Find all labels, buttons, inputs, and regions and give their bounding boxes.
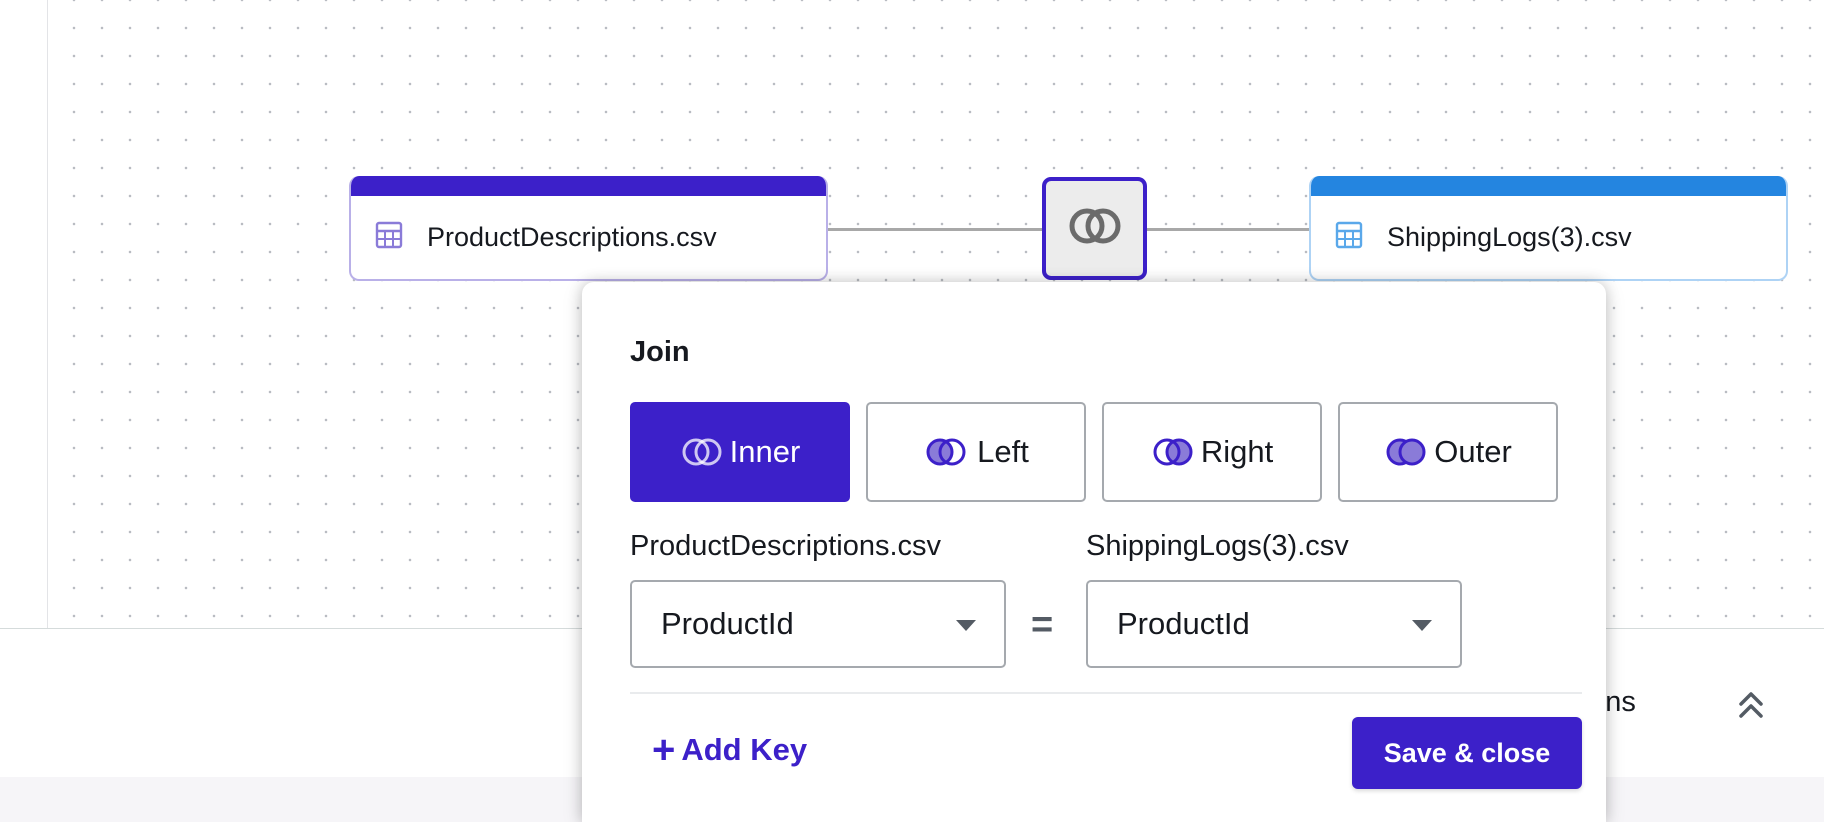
join-type-inner-button[interactable]: Inner bbox=[630, 402, 850, 502]
node-label: ProductDescriptions.csv bbox=[427, 222, 717, 252]
divider bbox=[630, 692, 1582, 694]
add-key-label: Add Key bbox=[681, 732, 808, 767]
save-close-button[interactable]: Save & close bbox=[1352, 717, 1582, 789]
join-type-label: Left bbox=[977, 434, 1029, 469]
outer-join-icon bbox=[1384, 436, 1428, 468]
node-header-bar bbox=[351, 176, 826, 196]
join-type-left-button[interactable]: Left bbox=[866, 402, 1086, 502]
join-config-popover: Join Inner Left Right Outer ProductDescr… bbox=[582, 282, 1606, 822]
left-key-select[interactable]: ProductId bbox=[630, 580, 1006, 668]
left-key-value: ProductId bbox=[661, 606, 794, 641]
connector-right bbox=[1147, 228, 1309, 231]
table-icon bbox=[1335, 221, 1363, 254]
save-close-label: Save & close bbox=[1383, 737, 1551, 768]
chevron-down-icon bbox=[1412, 620, 1432, 631]
right-source-label: ShippingLogs(3).csv bbox=[1086, 530, 1349, 562]
inner-join-icon bbox=[1067, 204, 1123, 253]
node-header-bar bbox=[1311, 176, 1786, 196]
right-key-value: ProductId bbox=[1117, 606, 1250, 641]
join-type-right-button[interactable]: Right bbox=[1102, 402, 1322, 502]
left-source-label: ProductDescriptions.csv bbox=[630, 530, 942, 562]
double-chevron-up-icon[interactable] bbox=[1733, 686, 1769, 722]
join-type-outer-button[interactable]: Outer bbox=[1338, 402, 1558, 502]
source-node-left[interactable]: ProductDescriptions.csv bbox=[349, 176, 828, 281]
join-type-label: Right bbox=[1200, 434, 1274, 469]
join-type-label: Inner bbox=[729, 434, 801, 469]
right-key-select[interactable]: ProductId bbox=[1086, 580, 1462, 668]
right-join-icon bbox=[1151, 436, 1195, 468]
source-node-right[interactable]: ShippingLogs(3).csv bbox=[1309, 176, 1788, 281]
left-join-icon bbox=[923, 436, 971, 468]
add-key-button[interactable]: + Add Key bbox=[652, 730, 807, 770]
plus-icon: + bbox=[652, 728, 676, 772]
join-type-label: Outer bbox=[1434, 434, 1512, 469]
connector-left bbox=[828, 228, 1042, 231]
table-icon bbox=[375, 221, 403, 254]
node-label: ShippingLogs(3).csv bbox=[1387, 222, 1632, 252]
chevron-down-icon bbox=[956, 620, 976, 631]
inner-join-icon bbox=[680, 436, 724, 468]
join-node[interactable] bbox=[1042, 177, 1147, 280]
popover-title: Join bbox=[630, 336, 690, 368]
equals-operator: = bbox=[1031, 604, 1054, 646]
